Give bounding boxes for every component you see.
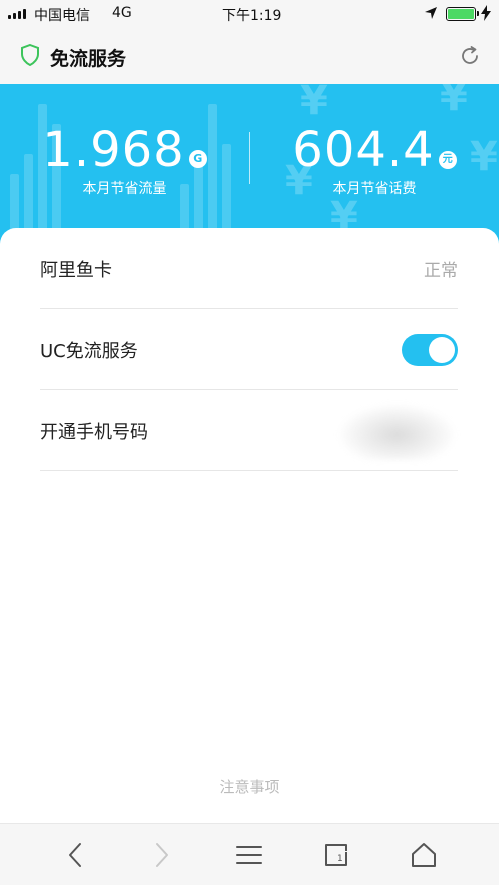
fee-saved-value: 604.4 [292, 122, 435, 178]
signal-icon [8, 9, 26, 19]
data-unit-badge: G [188, 150, 207, 168]
charging-icon [481, 5, 491, 25]
data-saved-stat: 1.968 G 本月节省流量 [0, 124, 249, 198]
bottom-nav: 1 [0, 823, 499, 885]
status-time: 下午1:19 [222, 8, 282, 24]
fee-saved-stat: 604.4 元 本月节省话费 [250, 124, 499, 198]
obscured-phone-number [338, 404, 456, 460]
phone-number-label: 开通手机号码 [40, 422, 148, 443]
menu-icon[interactable] [229, 838, 269, 872]
notice-link[interactable]: 注意事项 [0, 776, 499, 797]
phone-number-row[interactable]: 开通手机号码 [40, 390, 458, 471]
settings-card: 阿里鱼卡 正常 UC免流服务 开通手机号码 注意事项 [0, 228, 499, 823]
home-icon[interactable] [404, 838, 444, 872]
shield-icon [20, 43, 40, 70]
sim-card-label: 阿里鱼卡 [40, 260, 112, 281]
battery-icon [446, 7, 479, 21]
uc-free-data-row: UC免流服务 [40, 309, 458, 390]
title-bar: 免流服务 [0, 28, 499, 84]
sim-card-status: 正常 [424, 261, 458, 281]
data-saved-label: 本月节省流量 [82, 181, 167, 197]
refresh-icon[interactable] [458, 44, 482, 72]
location-arrow-icon [424, 6, 438, 24]
fee-unit-badge: 元 [438, 151, 457, 169]
page-title: 免流服务 [50, 48, 127, 70]
data-saved-value: 1.968 [42, 122, 185, 178]
carrier-name: 中国电信 [34, 8, 90, 24]
tabs-icon[interactable]: 1 [316, 838, 356, 872]
uc-free-data-toggle[interactable] [402, 334, 458, 366]
svg-text:1: 1 [337, 854, 343, 864]
network-type: 4G [112, 5, 132, 21]
back-arrow-icon[interactable] [55, 838, 95, 872]
status-bar: 中国电信 4G 下午1:19 [0, 0, 499, 28]
sim-card-row[interactable]: 阿里鱼卡 正常 [40, 228, 458, 309]
forward-arrow-icon[interactable] [142, 838, 182, 872]
fee-saved-label: 本月节省话费 [332, 181, 417, 197]
uc-free-data-label: UC免流服务 [40, 341, 138, 362]
